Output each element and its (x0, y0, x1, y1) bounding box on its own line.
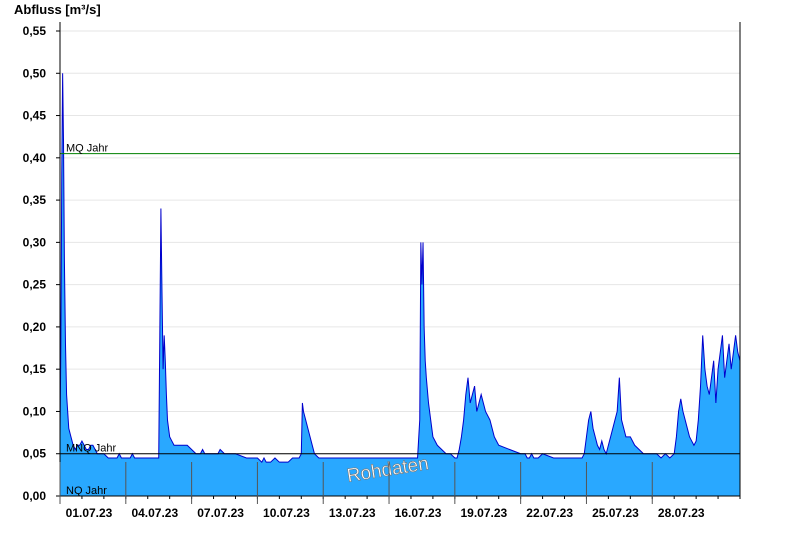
y-tick-label: 0,40 (23, 151, 47, 165)
y-tick-label: 0,50 (23, 66, 47, 80)
y-axis-label: Abfluss [m³/s] (14, 2, 101, 17)
y-tick-label: 0,35 (23, 193, 47, 207)
x-tick-label: 13.07.23 (329, 506, 376, 520)
y-tick-label: 0,45 (23, 109, 47, 123)
reference-line-label: MNQ Jahr (66, 443, 116, 455)
reference-line-label: MQ Jahr (66, 143, 109, 155)
x-tick-label: 16.07.23 (395, 506, 442, 520)
x-tick-label: 25.07.23 (592, 506, 639, 520)
x-tick-label: 28.07.23 (658, 506, 705, 520)
discharge-chart: MQ JahrMNQ JahrNQ Jahr Rohdaten 0,000,05… (14, 2, 741, 520)
x-tick-label: 07.07.23 (197, 506, 244, 520)
x-tick-label: 19.07.23 (460, 506, 507, 520)
x-tick-label: 04.07.23 (131, 506, 178, 520)
x-tick-label: 10.07.23 (263, 506, 310, 520)
y-tick-label: 0,00 (23, 489, 47, 503)
reference-line-label: NQ Jahr (66, 485, 107, 497)
y-tick-label: 0,05 (23, 447, 47, 461)
y-tick-label: 0,25 (23, 278, 47, 292)
y-tick-labels: 0,00 0,05 0,10 0,15 0,20 0,25 0,30 0,35 0,40 0,45… (23, 24, 60, 503)
y-tick-label: 0,10 (23, 404, 47, 418)
y-tick-label: 0,55 (23, 24, 47, 38)
y-tick-label: 0,15 (23, 362, 47, 376)
y-tick-label: 0,30 (23, 235, 47, 249)
x-tick-label: 01.07.23 (66, 506, 113, 520)
x-tick-label: 22.07.23 (526, 506, 573, 520)
y-tick-label: 0,20 (23, 320, 47, 334)
